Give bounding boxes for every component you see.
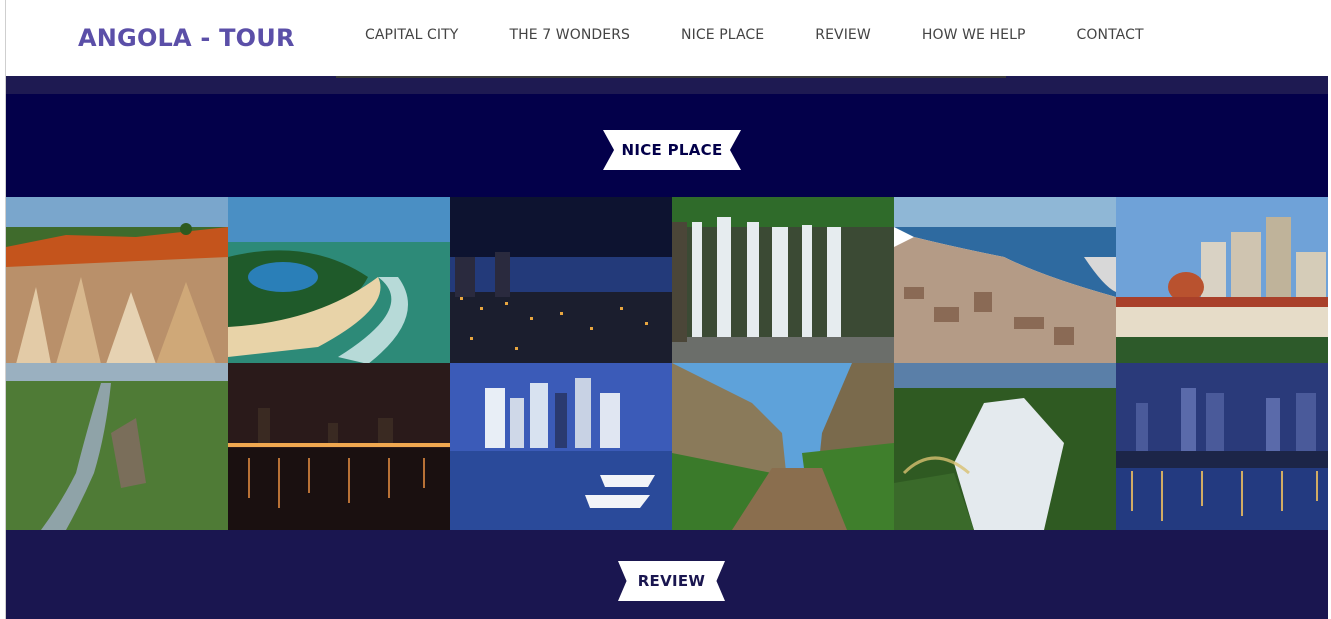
nav-link-nice-place[interactable]: NICE PLACE [681, 27, 764, 43]
gallery-photo-luanda-coast[interactable] [894, 197, 1116, 363]
hero-bottom-strip [6, 76, 1328, 94]
top-navbar: ANGOLA - TOUR CAPITAL CITY THE 7 WONDERS… [6, 0, 1328, 76]
gallery-photo-waterfall-cliffs[interactable] [672, 197, 894, 363]
nav-link-contact[interactable]: CONTACT [1077, 27, 1144, 43]
gallery-photo-city-night-bay[interactable] [450, 197, 672, 363]
window-left-edge [0, 0, 6, 619]
nice-place-title: NICE PLACE [621, 141, 723, 159]
main-nav: CAPITAL CITY THE 7 WONDERS NICE PLACE RE… [365, 27, 1144, 43]
gallery-photo-canyon-cliffs[interactable] [6, 197, 228, 363]
gallery-photo-marina-yachts[interactable] [450, 363, 672, 530]
gallery-photo-river-canyon[interactable] [672, 363, 894, 530]
review-ribbon: REVIEW [618, 561, 725, 601]
nav-link-how-we-help[interactable]: HOW WE HELP [922, 27, 1026, 43]
gallery-photo-lagoon-beach[interactable] [228, 197, 450, 363]
review-section: REVIEW [6, 530, 1331, 619]
gallery-photo-river-gorge[interactable] [6, 363, 228, 530]
gallery-photo-colonial-building[interactable] [1116, 197, 1331, 363]
nav-link-capital-city[interactable]: CAPITAL CITY [365, 27, 458, 43]
nice-place-ribbon: NICE PLACE [603, 130, 741, 170]
gallery-photo-waterfront-skyline[interactable] [1116, 363, 1331, 530]
gallery-photo-waterfall-rainbow[interactable] [894, 363, 1116, 530]
nice-place-section: NICE PLACE [6, 94, 1328, 197]
nice-place-gallery [6, 197, 1331, 530]
nav-link-review[interactable]: REVIEW [815, 27, 871, 43]
hero-image-edge [336, 76, 1006, 78]
review-title: REVIEW [637, 572, 706, 590]
nav-link-7-wonders[interactable]: THE 7 WONDERS [509, 27, 630, 43]
gallery-photo-night-skyline[interactable] [228, 363, 450, 530]
brand-logo[interactable]: ANGOLA - TOUR [78, 24, 295, 52]
